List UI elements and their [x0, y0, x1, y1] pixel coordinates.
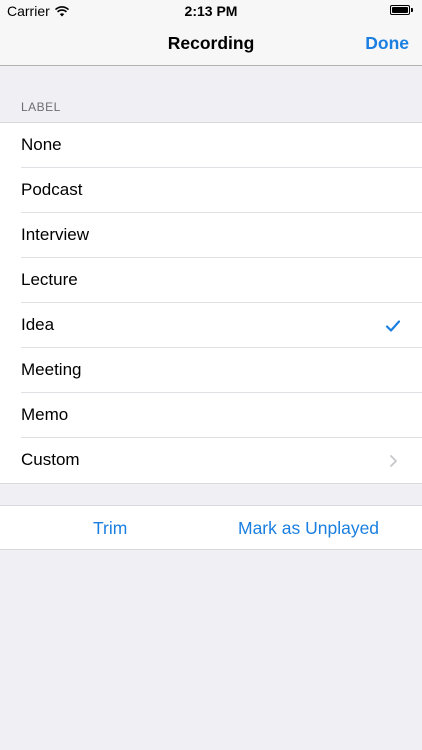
list-item-label: Idea — [21, 315, 55, 334]
checkmark-icon — [385, 320, 401, 332]
list-item-custom[interactable]: Custom — [0, 438, 422, 483]
status-time: 2:13 PM — [184, 3, 238, 19]
chevron-right-icon — [390, 455, 397, 467]
list-item-idea[interactable]: Idea — [0, 303, 422, 348]
done-button[interactable]: Done — [365, 33, 409, 54]
list-item-label: None — [21, 135, 62, 154]
list-item-label: Lecture — [21, 270, 78, 289]
battery-full-icon — [390, 5, 414, 16]
list-item-label: Custom — [21, 450, 80, 469]
list-item-interview[interactable]: Interview — [0, 213, 422, 258]
label-options-list: None Podcast Interview Lecture Idea Meet… — [0, 122, 422, 484]
list-item-meeting[interactable]: Meeting — [0, 348, 422, 393]
list-item-memo[interactable]: Memo — [0, 393, 422, 438]
page-title: Recording — [167, 33, 255, 53]
list-item-lecture[interactable]: Lecture — [0, 258, 422, 303]
status-bar: Carrier 2:13 PM — [0, 0, 422, 22]
list-item-label: Memo — [21, 405, 69, 424]
section-header-label: LABEL — [21, 100, 61, 114]
actions-row: Trim Mark as Unplayed — [0, 505, 422, 550]
list-item-none[interactable]: None — [0, 123, 422, 168]
navigation-bar: Recording Done — [0, 22, 422, 66]
mark-as-unplayed-button[interactable]: Mark as Unplayed — [238, 518, 379, 539]
list-item-label: Interview — [21, 225, 90, 244]
trim-button[interactable]: Trim — [93, 518, 127, 539]
list-item-podcast[interactable]: Podcast — [0, 168, 422, 213]
list-item-label: Podcast — [21, 180, 83, 199]
list-item-label: Meeting — [21, 360, 82, 379]
